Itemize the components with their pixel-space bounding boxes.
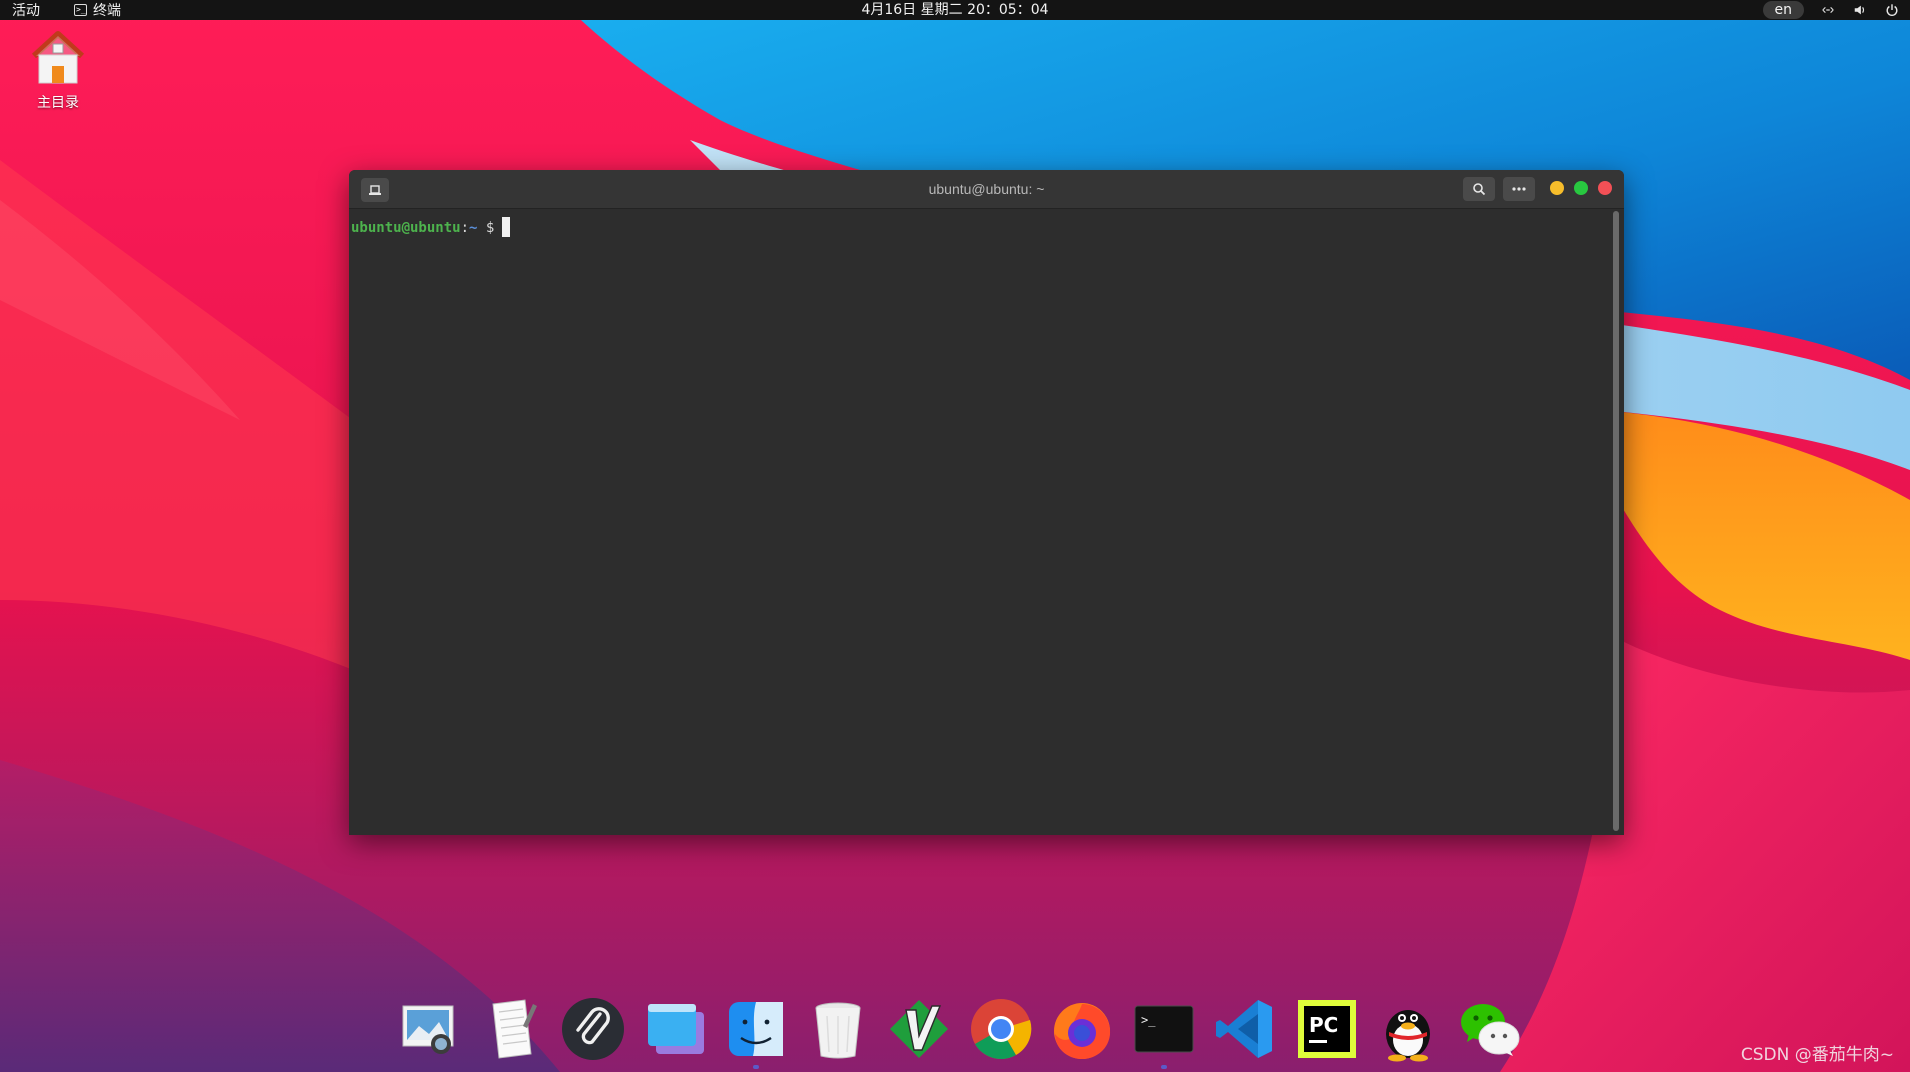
dock-item-terminal[interactable]: >_ [1129, 994, 1199, 1069]
finder-icon [729, 1002, 784, 1056]
running-indicator [1160, 1065, 1167, 1069]
more-icon [1512, 187, 1526, 191]
text-cursor [502, 217, 511, 237]
dock-item-text-editor[interactable] [477, 994, 547, 1064]
input-method-indicator[interactable]: en [1762, 1, 1804, 19]
image-viewer-icon [402, 1005, 454, 1054]
app-menu-label: 终端 [93, 3, 121, 19]
pycharm-icon: PC [1297, 1000, 1356, 1058]
wechat-icon [1460, 1004, 1520, 1056]
prompt-colon: : [460, 220, 470, 236]
dock-item-wechat[interactable] [1455, 994, 1525, 1064]
vscode-icon [1216, 1000, 1273, 1058]
maximize-button[interactable] [1574, 181, 1588, 195]
dock-item-qq[interactable] [1373, 994, 1443, 1064]
terminal-output[interactable]: ubuntu@ubuntu:~ $ [349, 209, 1611, 835]
prompt-user: ubuntu@ubuntu [351, 220, 461, 236]
watermark: CSDN @番茄牛肉~ [1740, 1045, 1894, 1065]
prompt-symbol: $ [485, 220, 495, 236]
dock-item-paperclip[interactable] [558, 994, 628, 1064]
qq-icon [1386, 1010, 1431, 1062]
search-button[interactable] [1463, 177, 1495, 201]
terminal-app-icon: >_ [1134, 1005, 1194, 1053]
close-button[interactable] [1598, 181, 1612, 195]
dock-item-image-viewer[interactable] [395, 994, 465, 1064]
dock-item-vim[interactable] [884, 994, 954, 1064]
volume-icon[interactable] [1852, 2, 1868, 18]
dock-item-finder[interactable] [721, 994, 791, 1069]
desktop-home-folder[interactable]: 主目录 [22, 28, 94, 112]
running-indicator [753, 1065, 760, 1069]
dock-item-chrome[interactable] [966, 994, 1036, 1064]
clock[interactable]: 4月16日 星期二 20：05：04 [861, 2, 1048, 18]
terminal-titlebar[interactable]: ubuntu@ubuntu: ~ [349, 170, 1624, 209]
terminal-window[interactable]: ubuntu@ubuntu: ~ ubuntu@ubuntu:~ $ [349, 170, 1624, 835]
terminal-scrollbar[interactable] [1613, 211, 1619, 831]
prompt-line: ubuntu@ubuntu:~ $ [351, 217, 511, 237]
dock-item-trash[interactable] [803, 994, 873, 1064]
app-menu-terminal[interactable]: >_ 终端 [74, 0, 121, 20]
home-folder-label: 主目录 [37, 95, 79, 111]
svg-text:>_: >_ [1141, 1013, 1156, 1027]
power-icon[interactable] [1884, 2, 1900, 18]
dock-item-firefox[interactable] [1047, 994, 1117, 1064]
svg-text:PC: PC [1309, 1013, 1338, 1037]
chrome-icon [970, 999, 1032, 1060]
minimize-button[interactable] [1550, 181, 1564, 195]
vim-icon [890, 1000, 949, 1058]
menu-button[interactable] [1503, 177, 1535, 201]
new-tab-button[interactable] [361, 178, 389, 202]
dock-item-window-manager[interactable] [640, 994, 710, 1064]
trash-icon [815, 1002, 861, 1059]
paperclip-icon [562, 998, 625, 1060]
home-folder-icon [31, 31, 85, 84]
window-manager-icon [647, 1004, 704, 1054]
activities-button[interactable]: 活动 [12, 0, 40, 20]
dock-item-pycharm[interactable]: PC [1292, 994, 1362, 1064]
dock-item-vscode[interactable] [1210, 994, 1280, 1064]
top-bar: 活动 >_ 终端 4月16日 星期二 20：05：04 en [0, 0, 1910, 20]
text-editor-icon [491, 999, 537, 1059]
terminal-icon: >_ [74, 4, 87, 16]
search-icon [1473, 183, 1486, 196]
firefox-icon [1054, 1003, 1111, 1059]
dock: >_ PC [395, 992, 1525, 1069]
network-icon[interactable] [1820, 2, 1836, 18]
window-title: ubuntu@ubuntu: ~ [928, 181, 1045, 197]
new-tab-icon [369, 185, 381, 195]
